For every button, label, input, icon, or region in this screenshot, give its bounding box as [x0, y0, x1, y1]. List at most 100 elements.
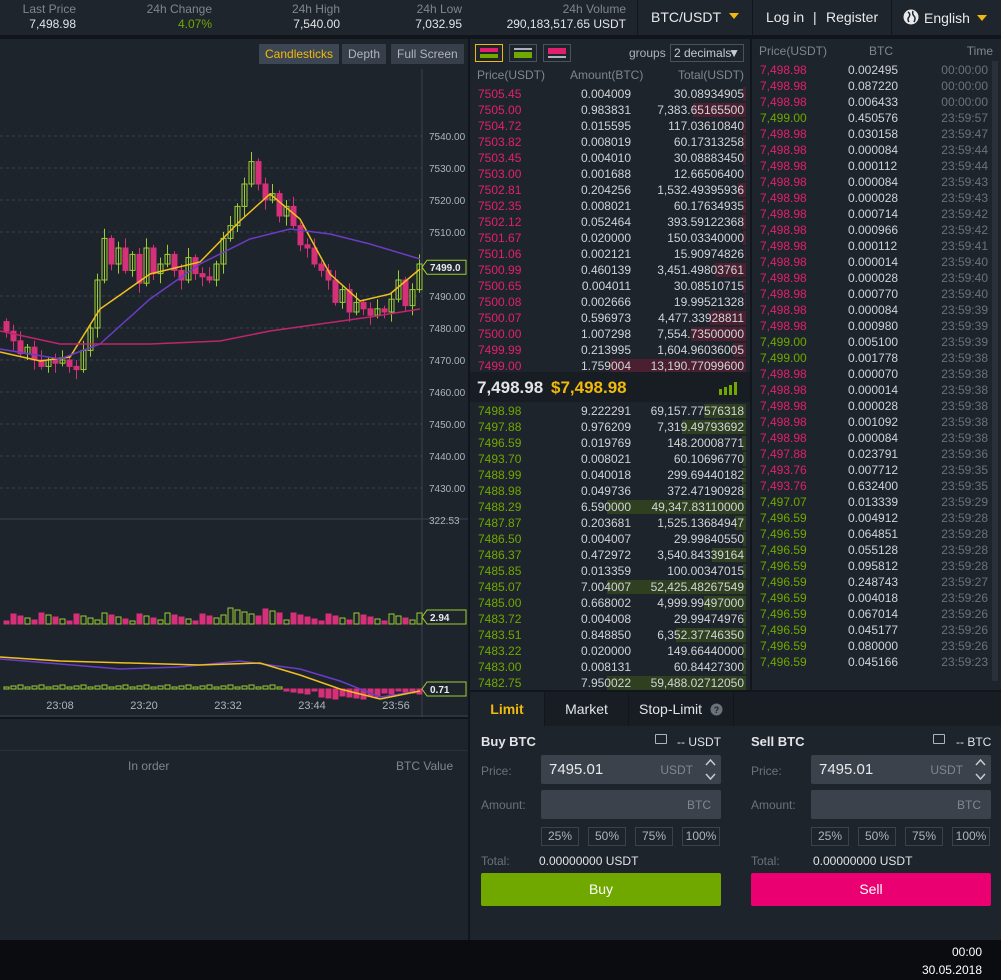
- trade-price: 7,496.59: [760, 607, 807, 621]
- trade-amount: 0.095812: [848, 559, 899, 573]
- ask-row[interactable]: 7502.35 0.008021 60.17634935: [470, 198, 750, 214]
- candle-body: [367, 308, 374, 316]
- bid-row[interactable]: 7485.85 0.013359 100.00347015: [470, 563, 750, 579]
- book-both-icon[interactable]: [475, 44, 503, 62]
- login-link[interactable]: Log in: [766, 9, 804, 25]
- bid-row[interactable]: 7488.99 0.040018 299.69440182: [470, 467, 750, 483]
- pair-selector[interactable]: BTC/USDT: [651, 9, 721, 25]
- trade-time: 23:59:40: [941, 271, 988, 285]
- language-selector[interactable]: English: [924, 10, 970, 26]
- macd-bar: [66, 686, 73, 690]
- ask-row[interactable]: 7503.82 0.008019 60.17313258: [470, 134, 750, 150]
- bid-row[interactable]: 7496.59 0.019769 148.20008771: [470, 435, 750, 451]
- trade-price: 7,499.00: [760, 351, 807, 365]
- trade-time: 23:59:43: [941, 175, 988, 189]
- sell-pct-25[interactable]: 25%: [811, 827, 849, 846]
- trade-amount: 0.000028: [848, 271, 899, 285]
- candlesticks-button[interactable]: Candlesticks: [259, 44, 340, 64]
- bid-row[interactable]: 7483.72 0.004008 29.99474976: [470, 611, 750, 627]
- trade-time: 23:59:26: [941, 591, 988, 605]
- macd-bar: [395, 688, 402, 692]
- ask-row[interactable]: 7501.06 0.002121 15.90974826: [470, 246, 750, 262]
- ask-price: 7500.08: [478, 295, 522, 309]
- bid-amount: 0.013359: [580, 564, 631, 578]
- ask-row[interactable]: 7505.00 0.983831 7,383.65165500: [470, 102, 750, 118]
- price-label: Price:: [751, 764, 782, 778]
- price-tick-label: 7540.00: [429, 132, 466, 143]
- volume-bar: [66, 620, 73, 625]
- ask-row[interactable]: 7503.00 0.001688 12.66506400: [470, 166, 750, 182]
- buy-pct-75[interactable]: 75%: [635, 827, 673, 846]
- bid-row[interactable]: 7497.88 0.976209 7,319.49793692: [470, 419, 750, 435]
- volume-bar: [409, 619, 416, 625]
- ask-row[interactable]: 7502.81 0.204256 1,532.49395936: [470, 182, 750, 198]
- trade-amount: 0.000070: [848, 367, 899, 381]
- chevron-down-icon[interactable]: [729, 13, 739, 19]
- bid-row[interactable]: 7486.37 0.472972 3,540.84339164: [470, 547, 750, 563]
- bid-row[interactable]: 7483.51 0.848850 6,352.37746350: [470, 627, 750, 643]
- trade-amount: 0.000014: [848, 255, 899, 269]
- bid-row[interactable]: 7488.29 6.590000 49,347.83110000: [470, 499, 750, 515]
- trade-row: 7,496.59 0.004018 23:59:26: [752, 590, 1001, 606]
- ask-row[interactable]: 7502.12 0.052464 393.59122368: [470, 214, 750, 230]
- buy-pct-25[interactable]: 25%: [541, 827, 579, 846]
- price-tick-label: 7450.00: [429, 420, 466, 431]
- globe-icon[interactable]: [903, 9, 919, 25]
- bid-price: 7483.22: [478, 644, 522, 658]
- buy-amount-input[interactable]: BTC: [541, 790, 721, 819]
- groups-select[interactable]: 2 decimals ▼: [670, 44, 744, 62]
- stat-value: 7,540.00: [293, 17, 340, 31]
- bid-row[interactable]: 7498.98 9.222291 69,157.77576318: [470, 403, 750, 419]
- ask-row[interactable]: 7500.65 0.004011 30.08510715: [470, 278, 750, 294]
- price-chart[interactable]: 7540.00 7530.00 7520.00 7510.00 7490.00 7480.…: [0, 69, 468, 717]
- chevron-down-icon[interactable]: [703, 770, 718, 783]
- macd-bar: [136, 685, 143, 690]
- tab-limit[interactable]: Limit: [470, 692, 544, 726]
- trade-price: 7,497.07: [760, 495, 807, 509]
- book-asks-icon[interactable]: [543, 44, 571, 62]
- ask-row[interactable]: 7499.99 0.213995 1,604.96036005: [470, 342, 750, 358]
- bid-total: 3,540.84339164: [657, 548, 744, 562]
- chevron-up-icon[interactable]: [703, 756, 718, 769]
- bid-row[interactable]: 7493.70 0.008021 60.10696770: [470, 451, 750, 467]
- help-icon[interactable]: ?: [710, 703, 723, 716]
- chevron-down-icon[interactable]: [973, 770, 988, 783]
- ask-row[interactable]: 7504.72 0.015595 117.03610840: [470, 118, 750, 134]
- sell-price-input[interactable]: 7495.01 USDT: [811, 755, 991, 784]
- ask-row[interactable]: 7500.07 0.596973 4,477.33928811: [470, 310, 750, 326]
- tab-market[interactable]: Market: [545, 692, 628, 726]
- ask-row[interactable]: 7501.67 0.020000 150.03340000: [470, 230, 750, 246]
- bid-row[interactable]: 7485.07 7.004007 52,425.48267549: [470, 579, 750, 595]
- buy-pct-50[interactable]: 50%: [588, 827, 626, 846]
- book-bids-icon[interactable]: [509, 44, 537, 62]
- tab-stop-limit[interactable]: Stop-Limit ?: [629, 692, 733, 726]
- ask-row[interactable]: 7505.45 0.004009 30.08934905: [470, 86, 750, 102]
- buy-price-input[interactable]: 7495.01 USDT: [541, 755, 721, 784]
- buy-pct-100[interactable]: 100%: [682, 827, 720, 846]
- chevron-down-icon[interactable]: [977, 15, 987, 21]
- register-link[interactable]: Register: [826, 9, 878, 25]
- bid-row[interactable]: 7483.22 0.020000 149.66440000: [470, 643, 750, 659]
- buy-button[interactable]: Buy: [481, 873, 721, 906]
- bid-row[interactable]: 7483.00 0.008131 60.84427300: [470, 659, 750, 675]
- header-divider: [891, 0, 892, 37]
- sell-amount-input[interactable]: BTC: [811, 790, 991, 819]
- bid-row[interactable]: 7482.75 7.950022 59,488.02712050: [470, 675, 750, 691]
- chevron-up-icon[interactable]: [973, 756, 988, 769]
- sell-pct-75[interactable]: 75%: [905, 827, 943, 846]
- ask-row[interactable]: 7500.00 1.007298 7,554.73500000: [470, 326, 750, 342]
- bid-row[interactable]: 7485.00 0.668002 4,999.99497000: [470, 595, 750, 611]
- chart-panel: Candlesticks Depth Full Screen 7540.00 75…: [0, 39, 468, 717]
- sell-button[interactable]: Sell: [751, 873, 991, 906]
- depth-button[interactable]: Depth: [342, 44, 387, 64]
- ask-row[interactable]: 7500.99 0.460139 3,451.49803761: [470, 262, 750, 278]
- ask-row[interactable]: 7503.45 0.004010 30.08883450: [470, 150, 750, 166]
- bid-row[interactable]: 7486.50 0.004007 29.99840550: [470, 531, 750, 547]
- bid-row[interactable]: 7488.98 0.049736 372.47190928: [470, 483, 750, 499]
- sell-pct-100[interactable]: 100%: [952, 827, 990, 846]
- sell-pct-50[interactable]: 50%: [858, 827, 896, 846]
- trade-time: 23:59:38: [941, 351, 988, 365]
- bid-row[interactable]: 7487.87 0.203681 1,525.13684947: [470, 515, 750, 531]
- ask-row[interactable]: 7500.08 0.002666 19.99521328: [470, 294, 750, 310]
- full-screen-button[interactable]: Full Screen: [391, 44, 464, 64]
